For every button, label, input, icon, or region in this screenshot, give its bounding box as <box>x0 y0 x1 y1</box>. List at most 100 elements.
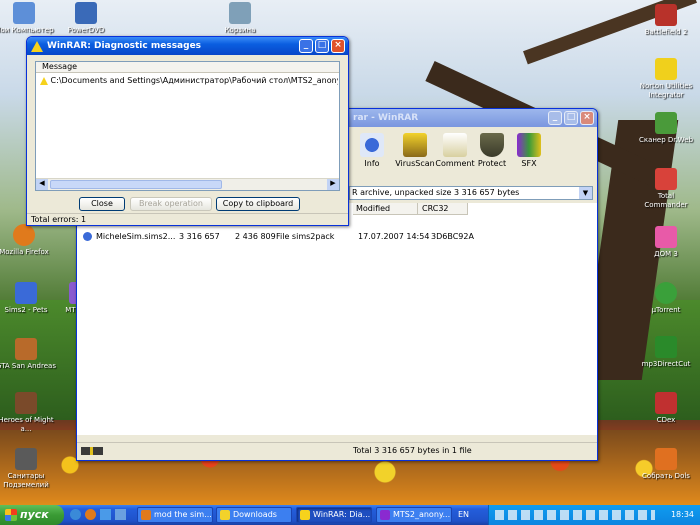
row-packed: 2 436 809 <box>235 232 276 241</box>
desktop-icon-dom3[interactable]: ДОМ 3 <box>636 226 696 259</box>
horizontal-scrollbar[interactable]: ◀ ▶ <box>36 178 339 190</box>
media-icon[interactable] <box>115 509 126 520</box>
task-label: WinRAR: Dia... <box>313 510 371 519</box>
desktop-icon-powerdvd[interactable]: PowerDVD <box>56 2 116 35</box>
desktop-icon-gta[interactable]: GTA San Andreas <box>0 338 56 371</box>
scroll-left-icon[interactable]: ◀ <box>36 179 48 190</box>
windows-logo-icon <box>5 509 17 521</box>
desktop-icon-cdex[interactable]: CDex <box>636 392 696 425</box>
desktop-icon-label: Norton Utilities Integrator <box>639 82 693 99</box>
protect-button[interactable]: Protect <box>472 133 512 168</box>
desktop-icon-drweb[interactable]: Сканер Dr.Web <box>636 112 696 145</box>
column-header-modified[interactable]: Modified <box>353 203 418 215</box>
virus-scan-icon <box>403 133 427 157</box>
start-button[interactable]: пуск <box>0 505 64 525</box>
message-text: C:\Documents and Settings\Администратор\… <box>50 76 338 85</box>
desktop-icon-label: Корзина <box>224 26 256 34</box>
desktop-icon-firefox[interactable]: Mozilla Firefox <box>0 224 54 257</box>
drweb-icon <box>655 112 677 134</box>
quick-launch <box>70 509 132 521</box>
list-item[interactable]: C:\Documents and Settings\Администратор\… <box>40 76 338 86</box>
desktop-icon-mp3directcut[interactable]: mp3DirectCut <box>636 336 696 369</box>
firefox-icon <box>141 510 151 520</box>
tool-label: Comment <box>435 159 475 168</box>
desktop-icon-label: mp3DirectCut <box>641 360 691 368</box>
tool-label: Info <box>364 159 380 168</box>
taskbar-item-diagnostic[interactable]: WinRAR: Dia... <box>296 507 372 523</box>
taskbar-item-firefox[interactable]: mod the sim... <box>137 507 213 523</box>
desktop-icon-total-commander[interactable]: Total Commander <box>636 168 696 210</box>
maximize-button[interactable]: □ <box>564 111 578 125</box>
column-header-crc32[interactable]: CRC32 <box>418 203 468 215</box>
desktop-icon-my-computer[interactable]: Мои Компьютер <box>0 2 54 35</box>
minimize-button[interactable]: _ <box>548 111 562 125</box>
task-label: MTS2_anony... <box>393 510 451 519</box>
language-indicator[interactable]: EN <box>458 505 469 525</box>
file-list[interactable]: Modified CRC32 MicheleSim.sims2... 3 316… <box>77 203 597 435</box>
desktop-icon-battlefield[interactable]: Battlefield 2 <box>636 4 696 37</box>
computer-icon <box>13 2 35 24</box>
desktop-icon-label: PowerDVD <box>67 26 105 34</box>
scrollbar-thumb[interactable] <box>50 180 222 189</box>
desktop-icon-utorrent[interactable]: µTorrent <box>636 282 696 315</box>
desktop-icon[interactable] <box>100 509 111 520</box>
tray-icons[interactable] <box>495 510 655 520</box>
desktop-icon-norton[interactable]: Norton Utilities Integrator <box>636 58 696 100</box>
firefox-icon[interactable] <box>85 509 96 520</box>
row-crc: 3D6BC92A <box>431 232 474 241</box>
winrar-icon <box>380 510 390 520</box>
comment-icon <box>443 133 467 157</box>
total-errors-status: Total errors: 1 <box>27 213 348 226</box>
message-list[interactable]: Message C:\Documents and Settings\Админи… <box>35 61 340 191</box>
break-operation-button: Break operation <box>130 197 212 211</box>
desktop-icon-recycle-bin[interactable]: Корзина <box>210 2 270 35</box>
table-row[interactable]: MicheleSim.sims2... 3 316 657 2 436 809 … <box>83 231 483 243</box>
close-button[interactable]: × <box>331 39 345 53</box>
status-bar: Total 3 316 657 bytes in 1 file <box>77 442 597 460</box>
ie-icon[interactable] <box>70 509 81 520</box>
recycle-bin-icon <box>229 2 251 24</box>
scroll-right-icon[interactable]: ▶ <box>327 179 339 190</box>
maximize-button[interactable]: □ <box>315 39 329 53</box>
utorrent-icon <box>655 282 677 304</box>
desktop-icon-sanitary[interactable]: Санитары Подземелий <box>0 448 56 490</box>
dialog-titlebar[interactable]: WinRAR: Diagnostic messages _ □ × <box>27 37 348 55</box>
shield-icon <box>480 133 504 157</box>
task-label: Downloads <box>233 510 277 519</box>
desktop-icon-sims2-pets[interactable]: Sims2 - Pets <box>0 282 56 315</box>
taskbar-item-winrar[interactable]: MTS2_anony... <box>376 507 452 523</box>
tool-label: SFX <box>521 159 537 168</box>
row-type: File sims2pack <box>276 232 335 241</box>
copy-to-clipboard-button[interactable]: Copy to clipboard <box>216 197 300 211</box>
sims-file-icon <box>83 232 92 241</box>
desktop-icon-sobrat-dols[interactable]: Собрать Dols <box>636 448 696 481</box>
close-button[interactable]: × <box>580 111 594 125</box>
dialog-title: WinRAR: Diagnostic messages <box>47 41 202 51</box>
sfx-button[interactable]: SFX <box>509 133 549 168</box>
chevron-down-icon[interactable]: ▼ <box>579 187 592 199</box>
sfx-icon <box>517 133 541 157</box>
battlefield-icon <box>655 4 677 26</box>
cdex-icon <box>655 392 677 414</box>
warning-icon <box>31 40 43 52</box>
heroes-icon <box>15 392 37 414</box>
column-header-message[interactable]: Message <box>36 62 339 73</box>
virusscan-button[interactable]: VirusScan <box>395 133 435 168</box>
taskbar-item-downloads[interactable]: Downloads <box>216 507 292 523</box>
puzzle-icon <box>655 448 677 470</box>
desktop-icon-label: Санитары Подземелий <box>3 472 49 489</box>
row-modified: 17.07.2007 14:54 <box>358 232 430 241</box>
desktop-icon-label: µTorrent <box>651 306 681 314</box>
minimize-button[interactable]: _ <box>299 39 313 53</box>
close-button[interactable]: Close <box>79 197 125 211</box>
diagnostic-dialog[interactable]: WinRAR: Diagnostic messages _ □ × Message … <box>26 36 349 226</box>
task-label: mod the sim... <box>154 510 212 519</box>
desktop-icon-label: ДОМ 3 <box>654 250 678 258</box>
clock[interactable]: 18:34 <box>671 505 694 525</box>
path-combobox[interactable]: R archive, unpacked size 3 316 657 bytes… <box>349 186 593 200</box>
desktop-icon-heroes[interactable]: Heroes of Might a... <box>0 392 56 434</box>
tool-label: VirusScan <box>395 159 435 168</box>
mp3-icon <box>655 336 677 358</box>
comment-button[interactable]: Comment <box>435 133 475 168</box>
info-button[interactable]: Info <box>352 133 392 168</box>
